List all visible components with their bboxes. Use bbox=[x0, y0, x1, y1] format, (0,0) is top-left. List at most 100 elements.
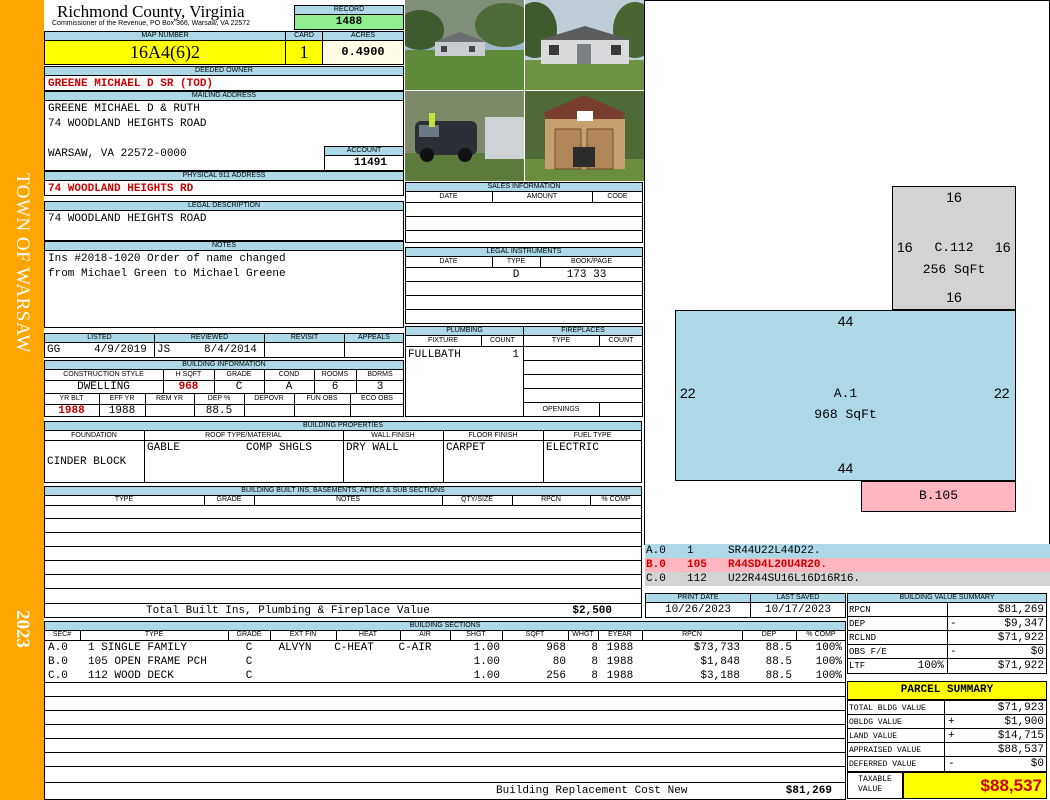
bi-cond: A bbox=[285, 381, 293, 393]
sketch-a-bottom: 44 bbox=[837, 460, 854, 476]
print-date-value: 10/26/2023 bbox=[645, 602, 751, 618]
sketch-a-name: A.1 bbox=[833, 386, 858, 401]
bi-h-hsqft: H SQFT bbox=[175, 371, 202, 378]
vs-rpcn-label: RPCN bbox=[849, 605, 871, 615]
bi-h-yrblt: YR BLT bbox=[59, 395, 84, 402]
last-saved-value: 10/17/2023 bbox=[750, 602, 846, 618]
bin-col-comp: % COMP bbox=[601, 496, 631, 503]
sketch-b-name: B.105 bbox=[918, 488, 958, 503]
plumb-col-count: COUNT bbox=[490, 337, 515, 344]
sec-col-comp: % COMP bbox=[806, 631, 836, 638]
ps-appraised-label: APPRAISED VALUE bbox=[849, 746, 922, 755]
notes-line2: from Michael Green to Michael Greene bbox=[48, 268, 286, 280]
bi-h-style: CONSTRUCTION STYLE bbox=[63, 371, 144, 378]
sketch-c-bottom: 16 bbox=[946, 289, 962, 305]
deeded-owner-value: GREENE MICHAEL D SR (TOD) bbox=[44, 75, 404, 91]
reviewed-by: JS bbox=[157, 344, 171, 356]
bin-col-notes: NOTES bbox=[335, 496, 361, 503]
parcel-summary-header: PARCEL SUMMARY bbox=[847, 681, 1047, 700]
van-photo bbox=[405, 91, 524, 181]
county-title: Richmond County, Virginia bbox=[57, 2, 245, 21]
vs-dep-sign: - bbox=[950, 618, 957, 630]
prop-col-wall: WALL FINISH bbox=[371, 432, 415, 439]
fire-col-count: COUNT bbox=[608, 337, 634, 344]
bi-h-dep: DEP % bbox=[207, 395, 231, 402]
sec-col-air: AIR bbox=[419, 631, 431, 638]
legend-c-sec: C.0 bbox=[646, 573, 666, 585]
vs-dep-label: DEP bbox=[849, 619, 866, 629]
sec-col-sqft: SQFT bbox=[525, 631, 545, 638]
legend-a-sec: A.0 bbox=[646, 545, 666, 557]
builtins-box bbox=[44, 495, 642, 618]
bi-h-cond: COND bbox=[278, 371, 300, 378]
sketch-a-top: 44 bbox=[837, 313, 854, 329]
bin-col-type: TYPE bbox=[114, 496, 134, 503]
bi-h-funobs: FUN OBS bbox=[306, 395, 338, 402]
vs-rclnd-label: RCLND bbox=[849, 633, 877, 643]
shed-photo bbox=[525, 91, 644, 181]
sales-col-date: DATE bbox=[439, 193, 458, 200]
vs-ltf-label: LTF bbox=[849, 661, 866, 671]
ps-obldg: $1,900 bbox=[1004, 716, 1044, 728]
instr-row-book: 173 33 bbox=[566, 269, 607, 281]
taxable-value: $88,537 bbox=[903, 772, 1047, 799]
legend-a-path: SR44U22L44D22. bbox=[728, 545, 821, 557]
sec-col-whgt: WHGT bbox=[572, 631, 594, 638]
bi-rooms: 6 bbox=[331, 381, 339, 393]
legend-a-code: 1 bbox=[687, 545, 694, 557]
sketch-c-top: 16 bbox=[946, 189, 962, 205]
builtins-total-label: Total Built Ins, Plumbing & Fireplace Va… bbox=[146, 605, 430, 617]
reviewed-date: 8/4/2014 bbox=[204, 344, 257, 356]
ps-bldg: $71,923 bbox=[997, 702, 1044, 714]
ps-appraised: $88,537 bbox=[997, 744, 1044, 756]
plumbing-box bbox=[405, 335, 524, 417]
bi-h-effyr: EFF YR bbox=[109, 395, 135, 402]
vs-rpcn: $81,269 bbox=[997, 604, 1044, 616]
ps-deferred: $0 bbox=[1030, 758, 1044, 770]
sec-col-ext: EXT FIN bbox=[289, 631, 317, 638]
sales-col-amount: AMOUNT bbox=[526, 193, 558, 200]
plumb-count: 1 bbox=[512, 349, 519, 361]
sec-col-grade: GRADE bbox=[236, 631, 262, 638]
legend-b-path: R44SD4L20U4R20. bbox=[728, 559, 828, 571]
prop-col-roof: ROOF TYPE/MATERIAL bbox=[205, 432, 282, 439]
plumb-fixture: FULLBATH bbox=[408, 349, 461, 361]
mailing-line2: 74 WOODLAND HEIGHTS ROAD bbox=[48, 118, 207, 130]
listed-by: GG bbox=[47, 344, 61, 356]
vs-ltf-pct: 100% bbox=[917, 660, 944, 672]
bi-h-grade: GRADE bbox=[226, 371, 252, 378]
listed-date: 4/9/2019 bbox=[94, 344, 147, 356]
legend-b-sec: B.0 bbox=[646, 559, 666, 571]
sec-col-sec: SEC# bbox=[52, 631, 72, 638]
notes-line1: Ins #2018-1020 Order of name changed bbox=[48, 253, 286, 265]
ps-land: $14,715 bbox=[997, 730, 1044, 742]
vs-obs-label: OBS F/E bbox=[849, 647, 887, 657]
fire-col-type: TYPE bbox=[551, 337, 571, 344]
fire-openings: OPENINGS bbox=[542, 406, 580, 413]
prop-fuel: ELECTRIC bbox=[546, 442, 599, 454]
bin-col-rpcn: RPCN bbox=[541, 496, 561, 503]
map-number-value: 16A4(6)2 bbox=[44, 40, 286, 65]
sec-col-shgt: SHGT bbox=[466, 631, 486, 638]
bi-h-rooms: ROOMS bbox=[321, 371, 349, 378]
bin-col-qty: QTY/SIZE bbox=[461, 496, 493, 503]
instr-col-type: TYPE bbox=[506, 258, 526, 265]
vs-obs-sign: - bbox=[950, 646, 957, 658]
prop-roof-type: GABLE bbox=[147, 442, 181, 454]
sections-total-value: $81,269 bbox=[785, 785, 832, 797]
bi-style: DWELLING bbox=[77, 381, 130, 393]
ps-bldg-label: TOTAL BLDG VALUE bbox=[849, 704, 926, 713]
bi-h-ecoobs: ECO OBS bbox=[361, 395, 393, 402]
legend-row-a bbox=[645, 544, 1050, 558]
prop-floor: CARPET bbox=[446, 442, 486, 454]
vs-dep: $9,347 bbox=[1004, 618, 1044, 630]
prop-wall: DRY WALL bbox=[346, 442, 399, 454]
vs-obs: $0 bbox=[1030, 646, 1044, 658]
commissioner-line: Commissioner of the Revenue, PO Box 366,… bbox=[52, 20, 251, 27]
ps-obldg-label: OBLDG VALUE bbox=[849, 718, 902, 727]
sec-col-type: TYPE bbox=[144, 631, 164, 638]
sec-col-heat: HEAT bbox=[358, 631, 378, 638]
card-value: 1 bbox=[285, 40, 323, 65]
sec-col-dep: DEP bbox=[761, 631, 777, 638]
side-band bbox=[0, 0, 44, 800]
